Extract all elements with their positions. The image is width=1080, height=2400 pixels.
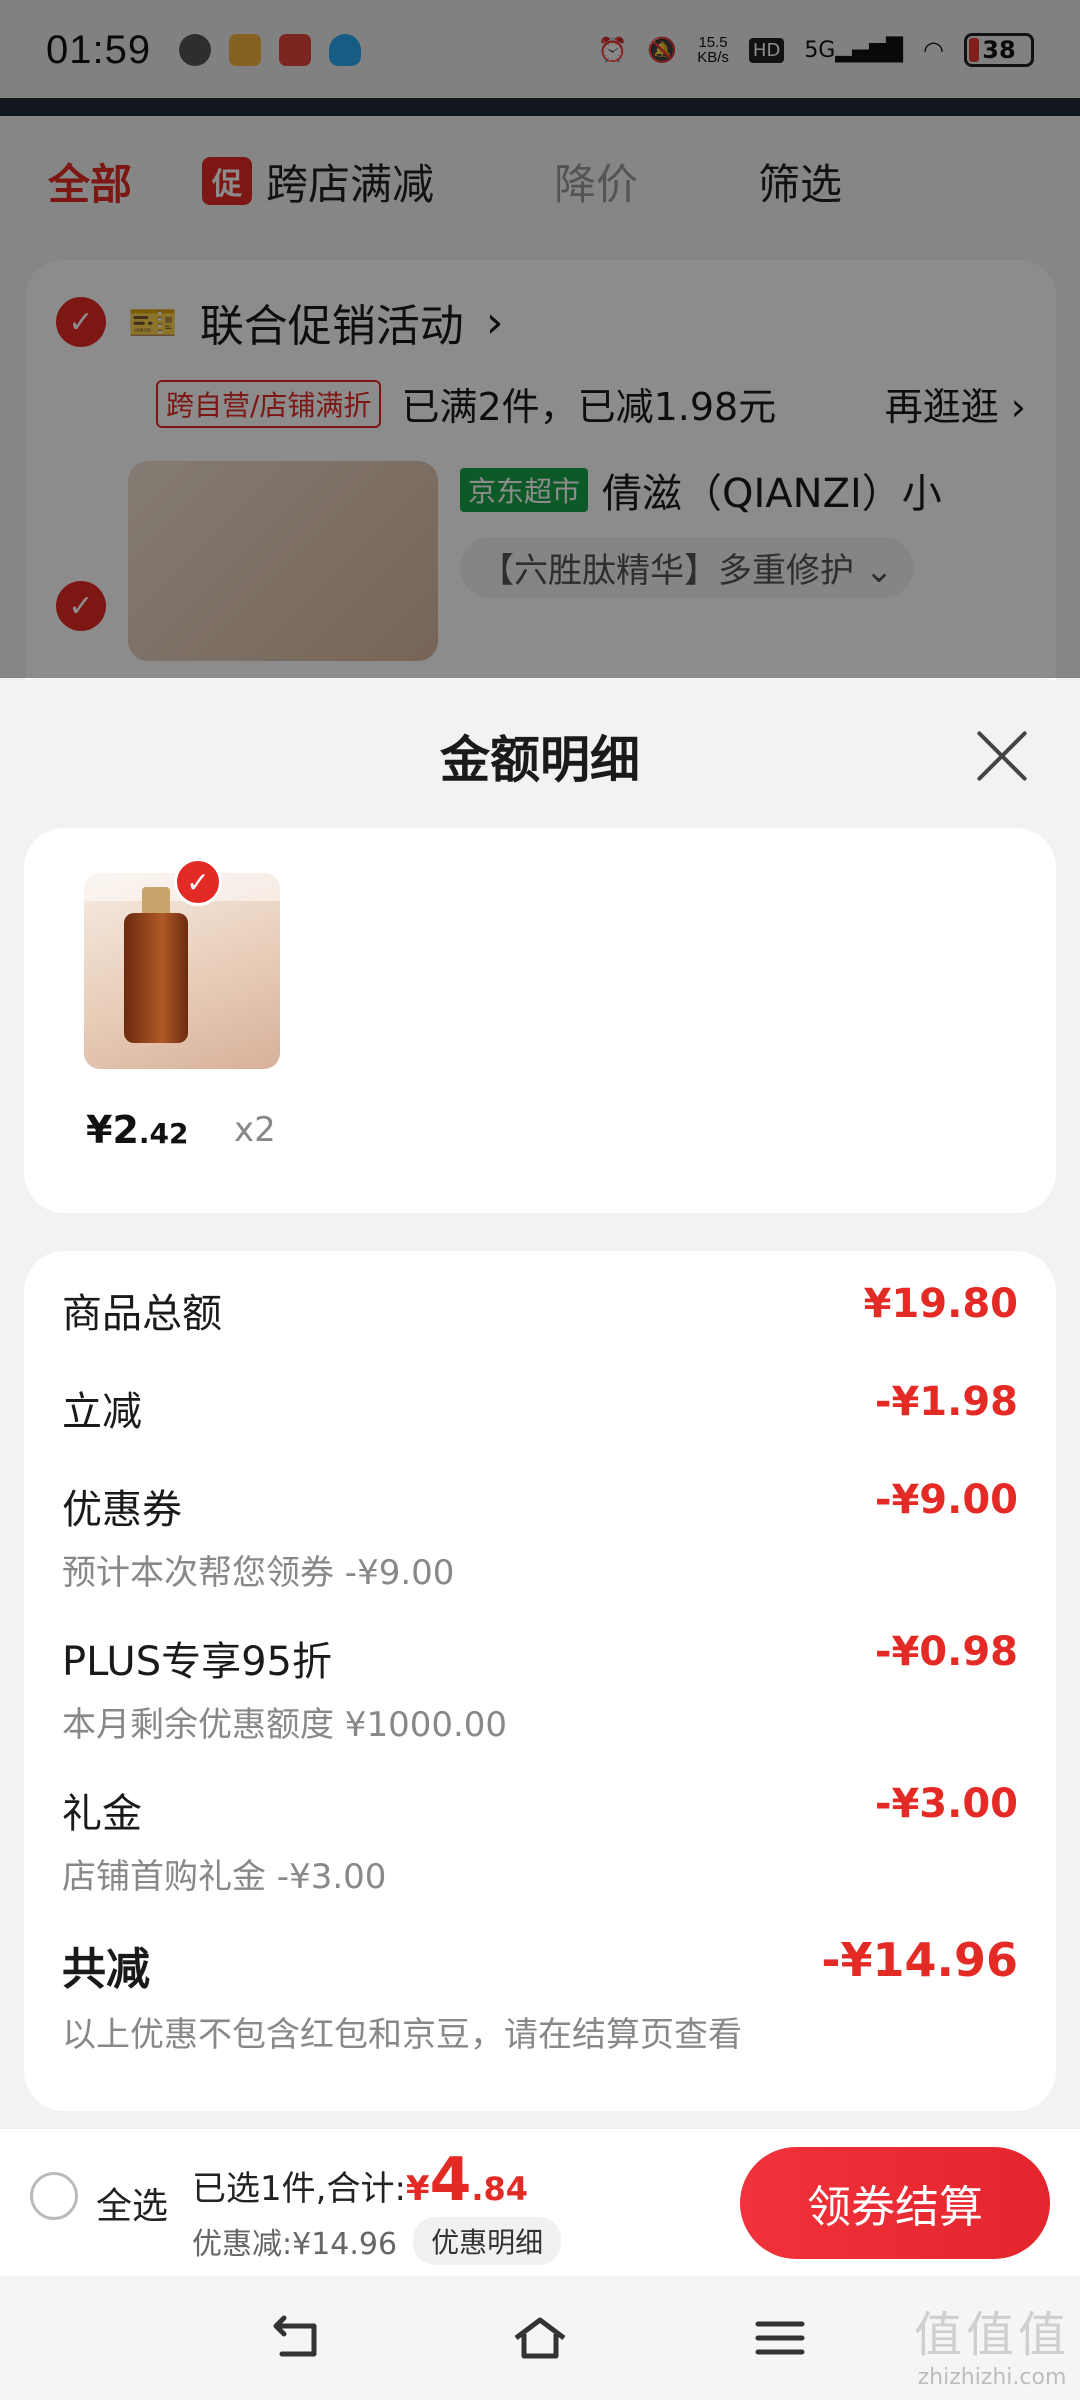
line-gift-money: 礼金 店铺首购礼金 -¥3.00 -¥3.00 [62, 1781, 1018, 1897]
product-card: ✓ ¥2.42 x2 [24, 828, 1056, 1213]
checkout-button[interactable]: 领券结算 [740, 2147, 1050, 2259]
selected-check-icon: ✓ [174, 858, 222, 906]
line-plus-discount: PLUS专享95折 本月剩余优惠额度 ¥1000.00 -¥0.98 [62, 1629, 1018, 1745]
product-price: ¥2.42 [86, 1108, 189, 1152]
amount-detail-sheet: 金额明细 ✓ ¥2.42 x2 商品总额 ¥19.80 立减 -¥1.98 优惠… [0, 678, 1080, 2128]
modal-overlay[interactable] [0, 0, 1080, 678]
total-summary: 已选1件,合计: ¥ 4 .84 [192, 2145, 529, 2215]
checkout-bar: 全选 已选1件,合计: ¥ 4 .84 优惠减:¥14.96 优惠明细 领券结算 [0, 2128, 1080, 2276]
product-quantity: x2 [234, 1110, 276, 1150]
watermark: 值值值 zhizhizhi.com [913, 2307, 1070, 2390]
back-icon[interactable] [270, 2314, 326, 2362]
system-nav-bar: 值值值 zhizhizhi.com [0, 2276, 1080, 2400]
menu-icon[interactable] [752, 2314, 808, 2362]
select-all-radio[interactable] [30, 2172, 78, 2220]
amount-breakdown: 商品总额 ¥19.80 立减 -¥1.98 优惠券 预计本次帮您领券 -¥9.0… [24, 1251, 1056, 2111]
close-icon[interactable] [974, 728, 1030, 784]
sheet-title: 金额明细 [440, 731, 640, 789]
home-icon[interactable] [512, 2314, 568, 2362]
select-all-label[interactable]: 全选 [96, 2177, 168, 2229]
line-coupon: 优惠券 预计本次帮您领券 -¥9.00 -¥9.00 [62, 1477, 1018, 1593]
line-total-discount: 共减 以上优惠不包含红包和京豆，请在结算页查看 -¥14.96 [62, 1933, 1018, 2055]
discount-detail-button[interactable]: 优惠明细 [413, 2217, 562, 2265]
product-image [84, 873, 280, 1069]
discount-summary: 优惠减:¥14.96 优惠明细 [192, 2217, 562, 2265]
total-amount: 4 [429, 2145, 472, 2215]
line-goods-total: 商品总额 ¥19.80 [62, 1281, 1018, 1337]
line-instant-discount: 立减 -¥1.98 [62, 1379, 1018, 1435]
